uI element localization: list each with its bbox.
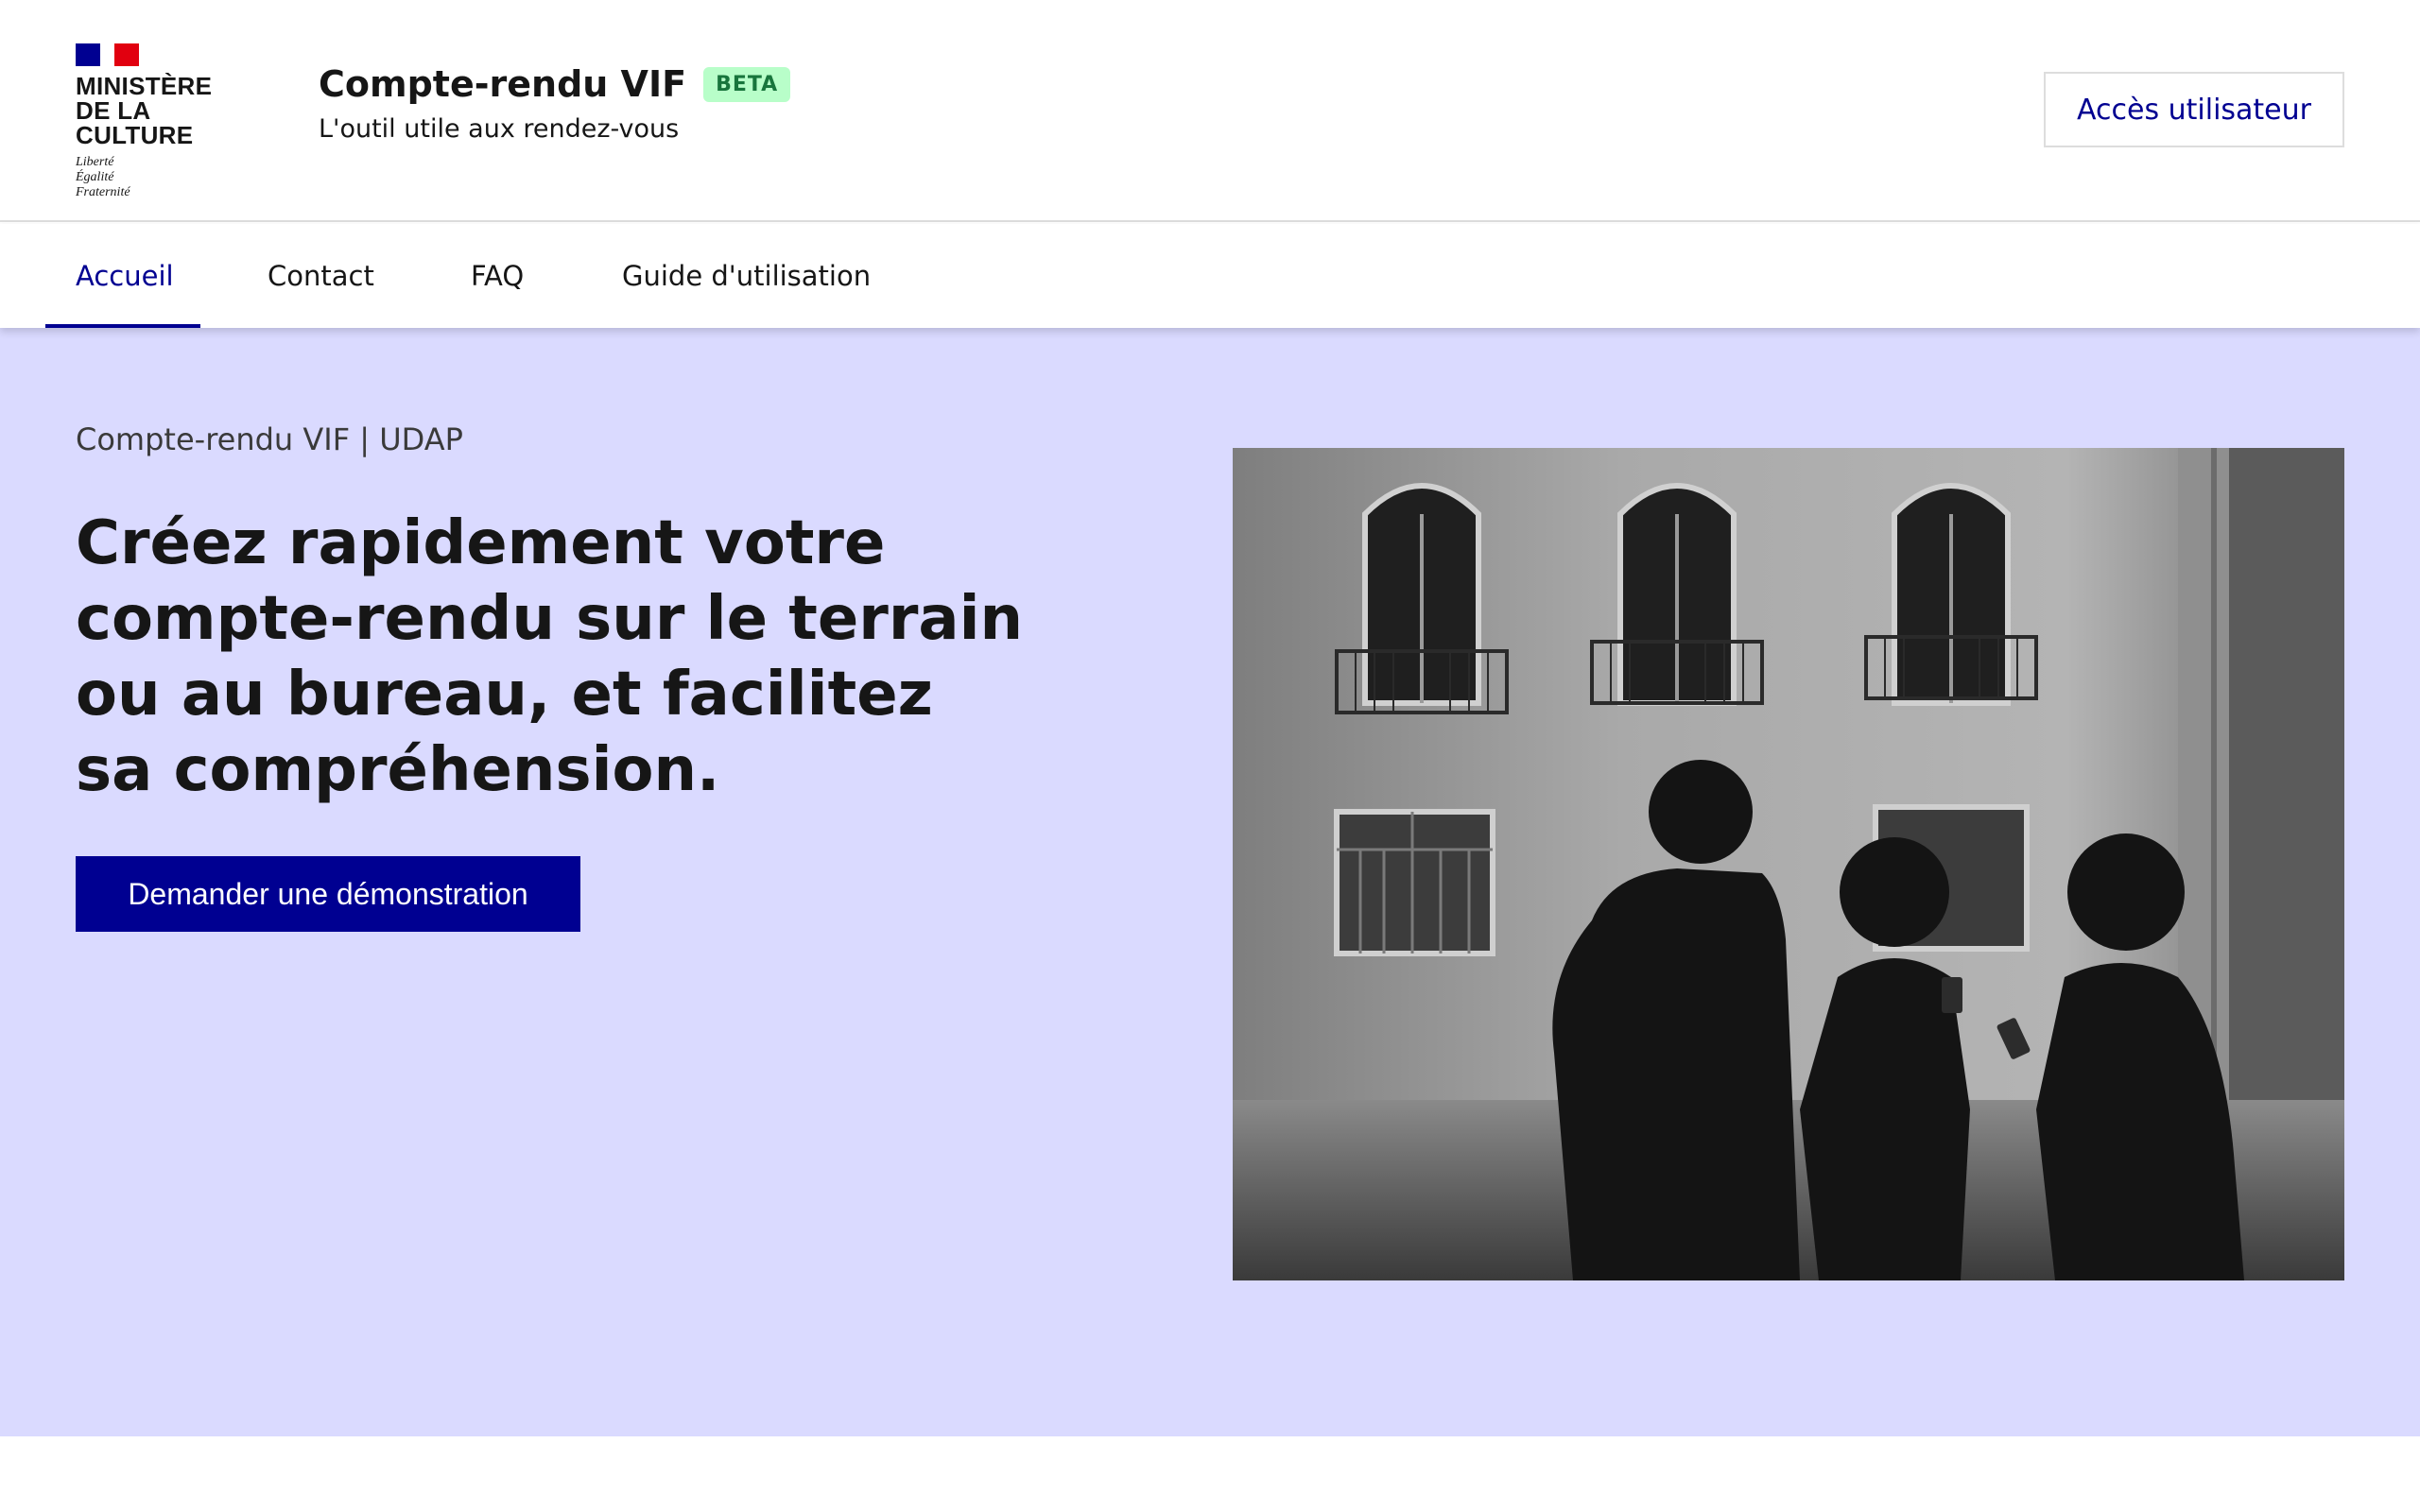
user-access-button[interactable]: Accès utilisateur xyxy=(2044,72,2344,147)
french-flag-icon xyxy=(76,43,139,66)
site-header: MINISTÈRE DE LA CULTURE Liberté Égalité … xyxy=(0,0,2420,222)
request-demo-button[interactable]: Demander une démonstration xyxy=(76,856,580,932)
nav-item-contact[interactable]: Contact xyxy=(268,224,374,328)
nav-item-accueil[interactable]: Accueil xyxy=(76,224,174,328)
beta-badge: BETA xyxy=(703,66,791,102)
nav-item-faq[interactable]: FAQ xyxy=(471,224,524,328)
ministry-name: MINISTÈRE DE LA CULTURE xyxy=(76,72,213,149)
republic-motto: Liberté Égalité Fraternité xyxy=(76,155,130,199)
active-tab-indicator xyxy=(45,324,200,328)
hero-eyebrow: Compte-rendu VIF | UDAP xyxy=(76,421,463,457)
nav-item-guide[interactable]: Guide d'utilisation xyxy=(622,224,871,328)
service-title[interactable]: Compte-rendu VIF xyxy=(319,62,686,106)
hero-section: Compte-rendu VIF | UDAP Créez rapidement… xyxy=(0,328,2420,1436)
hero-photo xyxy=(1233,448,2344,1280)
service-tagline: L'outil utile aux rendez-vous xyxy=(319,114,680,144)
service-identity: Compte-rendu VIF BETA L'outil utile aux … xyxy=(319,62,791,146)
ministry-logo[interactable]: MINISTÈRE DE LA CULTURE Liberté Égalité … xyxy=(76,43,265,200)
hero-title: Créez rapidement votre compte-rendu sur … xyxy=(76,508,1024,805)
main-navigation: Accueil Contact FAQ Guide d'utilisation xyxy=(0,224,2420,328)
